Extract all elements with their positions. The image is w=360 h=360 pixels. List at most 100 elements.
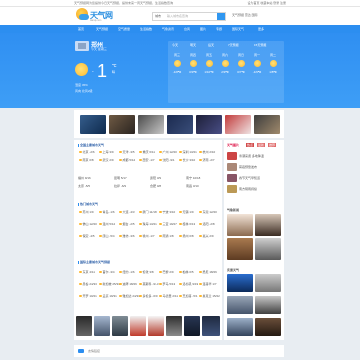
photo-thumb[interactable] [227,296,253,314]
city-cell[interactable]: 唐山 -5/4 [98,234,115,238]
city-cell[interactable]: 芝加哥 -5/1 [178,294,198,298]
photo-thumb[interactable] [166,316,182,336]
photo-thumb[interactable] [112,316,128,336]
city-cell[interactable]: 洛阳 -2/8 [198,222,215,226]
search-city-select[interactable]: 城市 [155,14,161,18]
city-cell[interactable]: 巴黎 2/9 [158,270,174,274]
city-cell[interactable]: 多伦多 -6/0 [138,294,158,298]
city-cell[interactable]: 合肥 0/8 [150,184,161,188]
city-cell[interactable]: 西安 -1/7 [138,158,155,162]
city-cell[interactable]: 昆明 5/17 [114,176,127,180]
search-box[interactable]: 城市 输入城市名查询 [152,12,226,21]
photo-thumb[interactable] [94,316,110,336]
city-cell[interactable]: 南昌 3/10 [186,184,199,188]
city-cell[interactable]: 三亚 19/27 [158,222,177,226]
featured-image[interactable] [225,115,251,134]
forecast-day[interactable]: 周二 1/8℃ [266,53,280,74]
featured-image[interactable] [109,115,135,134]
forecast-day[interactable]: 周四 0/9℃ [186,53,200,74]
city-cell[interactable]: 武汉 2/9 [98,158,114,162]
city-cell[interactable]: 首尔 -3/4 [98,270,115,274]
nav-item[interactable]: 生活指数 [140,27,152,31]
city-cell[interactable]: 佛山 12/20 [78,222,97,226]
footer-title[interactable]: 友情链接 [88,349,100,353]
city-cell[interactable]: 北京 -2/6 [78,150,95,154]
sidebar-tab[interactable]: 最新 [257,143,266,147]
news-thumb[interactable] [227,163,237,171]
photo-thumb[interactable] [148,316,164,336]
city-cell[interactable]: 南宁 10/18 [186,176,200,180]
nav-item[interactable]: 国际天气 [232,27,244,31]
city-cell[interactable]: 无锡 1/9 [178,210,194,214]
forecast-tab[interactable]: 今天 [172,43,178,47]
featured-image[interactable] [138,115,164,134]
city-cell[interactable]: 雅加达 24/31 [118,294,140,298]
featured-image[interactable] [254,115,280,134]
photo-thumb[interactable] [202,316,220,336]
nav-item[interactable]: 空气质量 [118,27,130,31]
city-cell[interactable]: 大连 -4/3 [118,210,135,214]
nav-item[interactable]: 首页 [78,27,84,31]
city-cell[interactable]: 伦敦 3/8 [138,270,154,274]
forecast-tab[interactable]: 7天预报 [228,43,239,47]
forecast-day[interactable]: 周一 -1/6℃ [250,53,264,74]
news-item[interactable]: 春节天气早知道 [239,176,260,180]
forecast-day[interactable]: 周日 0/7℃ [234,53,248,74]
nav-item[interactable]: 台风 [184,27,190,31]
city-cell[interactable]: 马德里 2/11 [158,294,178,298]
city-cell[interactable]: 拉萨 -6/9 [114,184,126,188]
city-cell[interactable]: 广州 12/20 [158,150,177,154]
photo-thumb[interactable] [255,318,281,336]
city-cell[interactable]: 上海 3/9 [98,150,114,154]
photo-thumb[interactable] [130,316,146,336]
city-cell[interactable]: 曼谷 24/33 [78,282,97,286]
photo-thumb[interactable] [227,274,253,292]
forecast-day[interactable]: 周五 1/10℃ [202,53,216,74]
city-cell[interactable]: 温州 5/12 [98,222,115,226]
nav-item[interactable]: 图片 [200,27,206,31]
nav-item[interactable]: 气象资讯 [162,27,174,31]
forecast-tab[interactable]: 明天 [190,43,196,47]
featured-image[interactable] [167,115,193,134]
site-logo[interactable]: 天气网 tianqi.com [76,8,113,23]
city-cell[interactable]: 苏州 1/9 [78,210,94,214]
city-cell[interactable]: 烟台 -2/5 [118,222,135,226]
sidebar-tab[interactable]: 热点 [246,143,255,147]
city-cell[interactable]: 扬州 0/8 [178,234,194,238]
city-cell[interactable]: 徐州 -1/7 [138,234,155,238]
photo-thumb[interactable] [76,316,92,336]
city-cell[interactable]: 保定 -4/5 [78,234,95,238]
city-cell[interactable]: 厦门 11/18 [138,210,157,214]
photo-thumb[interactable] [255,238,281,260]
city-cell[interactable]: 孟买 19/31 [98,294,117,298]
city-cell[interactable]: 青岛 -1/6 [98,210,115,214]
city-cell[interactable]: 罗马 5/13 [158,282,175,286]
search-button[interactable] [217,13,225,20]
city-cell[interactable]: 长沙 3/10 [178,158,195,162]
photo-thumb[interactable] [227,238,253,260]
city-cell[interactable]: 东莞 12/20 [198,210,217,214]
city-cell[interactable]: 潍坊 -3/6 [118,234,135,238]
city-cell[interactable]: 莫斯科 -9/-3 [138,282,159,286]
photo-thumb[interactable] [184,316,200,336]
city-cell[interactable]: 成都 5/12 [118,158,135,162]
news-item[interactable]: 雾霾预警发布 [239,165,257,169]
city-cell[interactable]: 嘉兴 2/9 [198,234,214,238]
city-cell[interactable]: 纽约 -1/6 [118,270,135,274]
forecast-tab[interactable]: 15天预报 [254,43,266,47]
photo-thumb[interactable] [227,214,253,236]
city-cell[interactable]: 福州 9/16 [78,176,91,180]
city-cell[interactable]: 东京 4/11 [78,270,95,274]
city-cell[interactable]: 太原 -5/5 [78,184,90,188]
top-links[interactable]: 设为首页 收藏本站 登录 注册 [247,1,286,5]
photo-thumb[interactable] [255,274,281,292]
city-cell[interactable]: 迪拜 18/26 [118,282,137,286]
city-cell[interactable]: 温哥华 1/7 [198,282,217,286]
forecast-day[interactable]: 周三 -1/8℃ [170,53,184,74]
city-cell[interactable]: 贵阳 3/9 [150,176,161,180]
city-cell[interactable]: 沈阳 -9/1 [158,158,175,162]
city-cell[interactable]: 柏林 0/5 [178,270,194,274]
news-thumb[interactable] [227,185,237,193]
news-item[interactable]: 南方阴雨持续 [239,187,257,191]
header-links[interactable]: 天气预报 雷达 国际 [232,13,258,17]
